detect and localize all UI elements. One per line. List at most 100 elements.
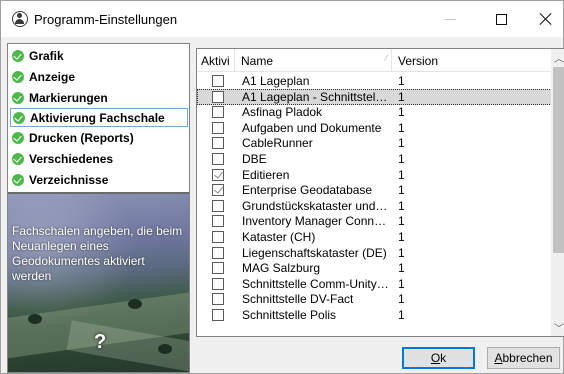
activate-checkbox[interactable] — [212, 121, 224, 134]
cancel-mnemonic: A — [494, 351, 503, 365]
row-name: Asfinag Pladok — [242, 105, 323, 120]
row-name: Editieren — [242, 167, 290, 182]
row-name: Kataster (CH) — [242, 230, 316, 244]
table-row[interactable]: Inventory Manager Connect... 1 — [197, 213, 552, 229]
green-check-icon — [13, 111, 25, 124]
nav-item[interactable]: Verschiedenes — [10, 149, 188, 168]
table-row[interactable]: A1 Lageplan - Schnittstelle r... 1 — [197, 88, 552, 105]
scroll-thumb[interactable] — [553, 67, 564, 253]
row-name: MAG Salzburg — [242, 261, 321, 276]
sort-indicator-icon: ⁄ — [385, 54, 387, 63]
nav-item[interactable]: Verzeichnisse — [10, 170, 188, 189]
row-version: 1 — [398, 183, 405, 198]
row-name: Enterprise Geodatabase — [242, 183, 373, 198]
activate-checkbox[interactable] — [212, 90, 224, 103]
row-version: 1 — [398, 167, 405, 182]
row-name: DBE — [242, 152, 267, 166]
table-row[interactable]: Schnittstelle Polis 1 — [197, 307, 552, 323]
nav-item-label: Drucken (Reports) — [29, 130, 134, 145]
list-header: Aktivi Name ⁄ Version — [197, 49, 552, 72]
row-version: 1 — [398, 261, 405, 276]
info-image: Fachschalen angeben, die beim Neuanlegen… — [8, 194, 189, 372]
close-icon — [540, 13, 552, 25]
activate-checkbox[interactable] — [212, 246, 224, 259]
row-version: 1 — [398, 276, 405, 291]
row-name: Schnittstelle Comm-Unity:... — [242, 276, 390, 291]
column-header-name-label: Name — [241, 53, 274, 68]
activate-checkbox[interactable] — [212, 262, 224, 275]
activate-checkbox[interactable] — [212, 106, 224, 119]
table-row[interactable]: Editieren 1 — [197, 167, 552, 183]
activate-checkbox[interactable] — [212, 293, 224, 306]
cancel-button[interactable]: Abbrechen — [487, 347, 560, 369]
activate-checkbox[interactable] — [212, 168, 224, 181]
table-row[interactable]: Enterprise Geodatabase 1 — [197, 182, 552, 198]
green-check-icon — [12, 49, 24, 62]
activate-checkbox[interactable] — [212, 215, 224, 228]
table-row[interactable]: A1 Lageplan 1 — [197, 73, 552, 89]
close-button[interactable] — [523, 1, 564, 37]
activate-checkbox[interactable] — [212, 231, 224, 243]
nav-item[interactable]: Drucken (Reports) — [10, 128, 188, 147]
column-header-aktiv[interactable]: Aktivi — [197, 49, 235, 72]
ok-button[interactable]: Ok — [402, 347, 475, 369]
info-text: Fachschalen angeben, die beim Neuanlegen… — [12, 224, 183, 283]
nav-item-label: Verschiedenes — [29, 151, 114, 166]
activate-checkbox[interactable] — [212, 199, 224, 212]
row-name: Inventory Manager Connect... — [242, 214, 390, 229]
table-row[interactable]: Liegenschaftskataster (DE) 1 — [197, 245, 552, 261]
table-row[interactable]: Aufgaben und Dokumente 1 — [197, 120, 552, 136]
scroll-down-arrow-icon[interactable]: ﹀ — [551, 319, 564, 336]
table-row[interactable]: Asfinag Pladok 1 — [197, 104, 552, 120]
help-question-icon[interactable]: ? — [94, 331, 106, 354]
maximize-button[interactable] — [478, 1, 524, 37]
column-header-name[interactable]: Name ⁄ — [235, 49, 392, 72]
table-row[interactable]: Kataster (CH) 1 — [197, 229, 552, 245]
nav-item[interactable]: Markierungen — [10, 88, 188, 107]
row-name: Schnittstelle DV-Fact — [242, 292, 354, 307]
green-check-icon — [12, 131, 24, 144]
row-name: Grundstückskataster und A... — [242, 198, 390, 213]
fachschale-list[interactable]: Aktivi Name ⁄ Version A1 Lageplan 1 A1 Lag… — [196, 48, 564, 337]
nav-item-label: Markierungen — [29, 90, 108, 105]
vertical-scrollbar[interactable]: ︿ ﹀ — [551, 49, 564, 336]
row-version: 1 — [398, 198, 405, 213]
row-version: 1 — [398, 308, 405, 322]
nav-item-label: Grafik — [29, 48, 64, 63]
activate-checkbox[interactable] — [212, 153, 224, 165]
activate-checkbox[interactable] — [212, 309, 224, 321]
row-version: 1 — [398, 292, 405, 307]
row-version: 1 — [398, 214, 405, 229]
row-version: 1 — [398, 230, 405, 244]
row-name: A1 Lageplan — [242, 74, 310, 88]
column-header-version[interactable]: Version — [392, 49, 552, 72]
scroll-up-arrow-icon[interactable]: ︿ — [551, 49, 564, 66]
table-row[interactable]: Grundstückskataster und A... 1 — [197, 198, 552, 214]
row-version: 1 — [398, 136, 405, 151]
nav-item[interactable]: Anzeige — [10, 67, 188, 86]
row-version: 1 — [398, 245, 405, 260]
title-bar[interactable]: Programm-Einstellungen — [1, 1, 563, 37]
table-row[interactable]: MAG Salzburg 1 — [197, 260, 552, 276]
nav-item[interactable]: Aktivierung Fachschale — [10, 108, 188, 127]
nav-item-label: Verzeichnisse — [29, 172, 109, 187]
green-check-icon — [12, 173, 24, 186]
table-row[interactable]: Schnittstelle Comm-Unity:... 1 — [197, 276, 552, 292]
green-check-icon — [12, 91, 24, 104]
row-name: Schnittstelle Polis — [242, 308, 337, 322]
maximize-icon — [495, 13, 507, 25]
table-row[interactable]: Schnittstelle DV-Fact 1 — [197, 291, 552, 307]
activate-checkbox[interactable] — [212, 75, 224, 87]
activate-checkbox[interactable] — [212, 184, 224, 197]
activate-checkbox[interactable] — [212, 137, 224, 150]
table-row[interactable]: DBE 1 — [197, 151, 552, 167]
activate-checkbox[interactable] — [212, 277, 224, 290]
tree-shape — [28, 314, 42, 324]
nav-item[interactable]: Grafik — [10, 46, 188, 65]
row-version: 1 — [398, 74, 405, 88]
ok-mnemonic: O — [430, 351, 441, 365]
minimize-button[interactable] — [427, 1, 473, 37]
window-title: Programm-Einstellungen — [34, 11, 178, 27]
cancel-label-rest: bbrechen — [502, 351, 553, 365]
table-row[interactable]: CableRunner 1 — [197, 135, 552, 151]
